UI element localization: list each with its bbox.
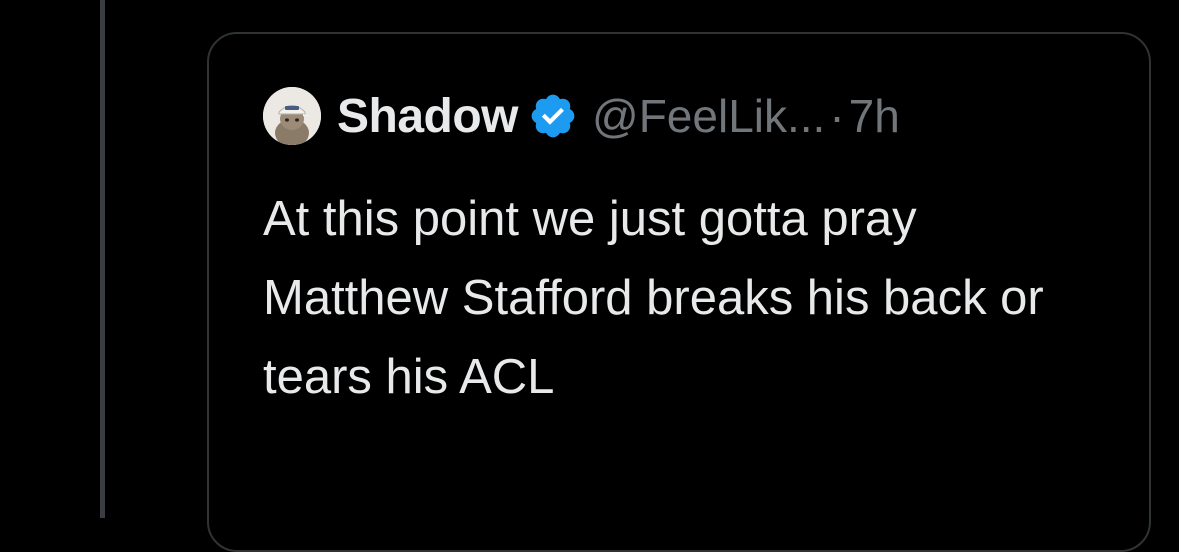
cat-avatar-icon [263, 87, 321, 145]
tweet-text: At this point we just gotta pray Matthew… [263, 192, 1044, 404]
display-name[interactable]: Shadow [337, 89, 519, 144]
separator-dot: · [829, 90, 845, 142]
timestamp[interactable]: 7h [849, 89, 900, 143]
quoted-tweet-author-row: Shadow @FeelLik... · 7h [263, 84, 900, 148]
quoted-tweet-card[interactable]: Shadow @FeelLik... · 7h At this point we… [207, 32, 1151, 552]
thread-connector-line [100, 0, 105, 518]
avatar[interactable] [263, 87, 321, 145]
verified-badge-icon [531, 94, 575, 138]
user-handle[interactable]: @FeelLik... [592, 89, 825, 143]
